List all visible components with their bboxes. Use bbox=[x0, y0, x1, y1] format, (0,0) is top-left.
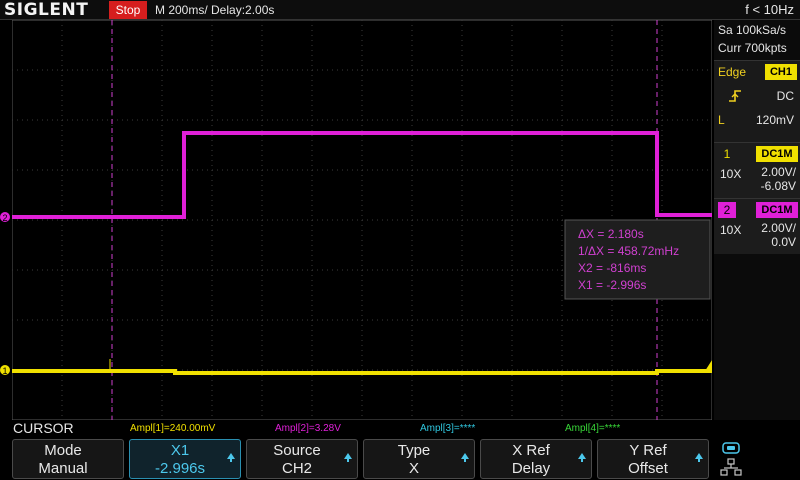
ampl-ch4: Ampl[4]=**** bbox=[565, 423, 621, 434]
softkey-x-ref-label: X Ref bbox=[512, 442, 550, 459]
softkey-mode-label: Mode bbox=[44, 442, 82, 459]
channel-1-panel[interactable]: 1 DC1M 10X 2.00V/ -6.08V bbox=[714, 142, 800, 198]
x1-readout: X1 = -2.996s bbox=[578, 278, 646, 292]
channel-2-probe: 10X bbox=[720, 223, 742, 237]
channel-2-panel[interactable]: 2 DC1M 10X 2.00V/ 0.0V bbox=[714, 198, 800, 254]
softkey-x-ref-value: Delay bbox=[511, 460, 551, 477]
trigger-level: 120mV bbox=[755, 113, 794, 127]
knob-adjust-icon bbox=[695, 453, 703, 462]
knob-adjust-icon bbox=[344, 453, 352, 462]
trigger-source-badge: CH1 bbox=[765, 64, 797, 80]
svg-text:1: 1 bbox=[2, 366, 7, 376]
softkey-x1[interactable]: X1 -2.996s bbox=[129, 439, 241, 479]
channel-1-number: 1 bbox=[723, 147, 731, 161]
softkey-x-ref[interactable]: X Ref Delay bbox=[480, 439, 592, 479]
measurement-status-bar: CURSOR Ampl[1]=240.00mV Ampl[2]=3.28V Am… bbox=[0, 420, 800, 437]
ampl-ch2: Ampl[2]=3.28V bbox=[275, 423, 341, 434]
softkey-source[interactable]: Source CH2 bbox=[246, 439, 358, 479]
softkey-y-ref-value: Offset bbox=[628, 460, 668, 477]
menu-title: CURSOR bbox=[13, 420, 74, 436]
channel-2-coupling: DC1M bbox=[756, 202, 798, 218]
softkey-x1-value: -2.996s bbox=[154, 460, 206, 477]
timebase-readout[interactable]: M 200ms/ Delay:2.00s bbox=[155, 0, 274, 20]
knob-adjust-icon bbox=[461, 453, 469, 462]
softkey-type-label: Type bbox=[397, 442, 431, 459]
channel-1-probe: 10X bbox=[720, 167, 742, 181]
softkey-mode-value: Manual bbox=[38, 460, 88, 477]
delta-x-readout: ΔX = 2.180s bbox=[578, 227, 644, 241]
trigger-coupling: DC bbox=[776, 89, 794, 103]
channel-1-scale: 2.00V/ bbox=[761, 165, 796, 179]
channel-2-scale: 2.00V/ bbox=[761, 221, 796, 235]
trigger-panel[interactable]: Edge CH1 DC L 120mV bbox=[714, 60, 800, 152]
memory-depth: Curr 700kpts bbox=[718, 41, 787, 55]
usb-storage-icon bbox=[722, 442, 740, 454]
waveform-display[interactable]: ΔX = 2.180s 1/ΔX = 458.72mHz X2 = -816ms… bbox=[12, 20, 712, 420]
softkey-y-ref[interactable]: Y Ref Offset bbox=[597, 439, 709, 479]
softkey-x1-label: X1 bbox=[170, 442, 190, 459]
softkey-source-label: Source bbox=[273, 442, 321, 459]
knob-adjust-icon bbox=[227, 453, 235, 462]
softkey-y-ref-label: Y Ref bbox=[629, 442, 667, 459]
x2-readout: X2 = -816ms bbox=[578, 261, 646, 275]
trigger-type: Edge bbox=[718, 65, 747, 79]
cursor-readout-box: ΔX = 2.180s 1/ΔX = 458.72mHz X2 = -816ms… bbox=[564, 219, 711, 300]
softkey-type[interactable]: Type X bbox=[363, 439, 475, 479]
channel-1-scale-offset: 2.00V/ -6.08V bbox=[761, 165, 796, 193]
ch1-waveform bbox=[12, 369, 712, 375]
softkey-type-value: X bbox=[408, 460, 419, 477]
waveform-svg[interactable]: ΔX = 2.180s 1/ΔX = 458.72mHz X2 = -816ms… bbox=[12, 20, 712, 420]
frequency-counter: f < 10Hz bbox=[745, 2, 794, 17]
inverse-delta-x-readout: 1/ΔX = 458.72mHz bbox=[578, 244, 679, 258]
sample-rate: Sa 100kSa/s bbox=[718, 23, 787, 37]
network-icon bbox=[720, 458, 742, 476]
brand-logo: SIGLENT bbox=[4, 0, 89, 20]
channel-2-number: 2 bbox=[718, 202, 736, 218]
run-stop-indicator[interactable]: Stop bbox=[109, 1, 147, 19]
channel-1-coupling: DC1M bbox=[756, 146, 798, 162]
softkey-mode[interactable]: Mode Manual bbox=[12, 439, 124, 479]
rising-edge-icon bbox=[729, 90, 741, 102]
trigger-level-label: L bbox=[718, 113, 725, 127]
channel-2-offset: 0.0V bbox=[771, 235, 796, 249]
ampl-ch3: Ampl[3]=**** bbox=[420, 423, 476, 434]
svg-text:2: 2 bbox=[2, 213, 7, 223]
softkey-source-value: CH2 bbox=[281, 460, 312, 477]
status-icons bbox=[720, 442, 742, 476]
top-bar: SIGLENT Stop M 200ms/ Delay:2.00s f < 10… bbox=[0, 0, 800, 20]
right-info-panel: Sa 100kSa/s Curr 700kpts Edge CH1 DC L 1… bbox=[714, 20, 800, 420]
channel-1-offset: -6.08V bbox=[760, 179, 796, 193]
ampl-ch1: Ampl[1]=240.00mV bbox=[130, 423, 216, 434]
softkey-bar: Mode Manual X1 -2.996s Source CH2 Type X… bbox=[0, 437, 800, 480]
channel-markers: 2 1 bbox=[0, 212, 10, 376]
knob-adjust-icon bbox=[578, 453, 586, 462]
channel-2-scale-offset: 2.00V/ 0.0V bbox=[761, 221, 796, 249]
